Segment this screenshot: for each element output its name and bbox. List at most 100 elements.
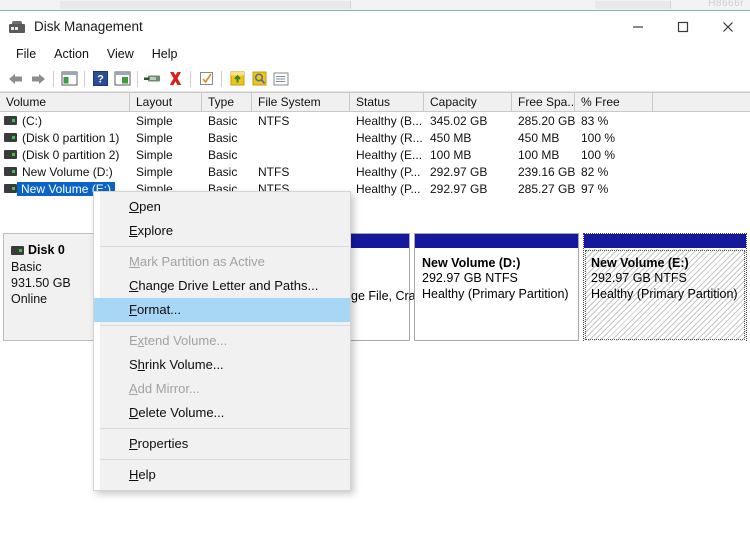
- context-menu-item-change-drive-letter-and-paths[interactable]: Change Drive Letter and Paths...: [94, 274, 350, 298]
- context-menu-item-shrink-volume[interactable]: Shrink Volume...: [94, 353, 350, 377]
- context-menu-item-help[interactable]: Help: [94, 463, 350, 487]
- help-icon[interactable]: ?: [89, 68, 111, 90]
- column-header-layout[interactable]: Layout: [130, 93, 202, 111]
- cell-capacity: 100 MB: [430, 147, 472, 162]
- context-menu-item-add-mirror: Add Mirror...: [129, 381, 200, 396]
- context-menu-label: dd Mirror...: [137, 381, 200, 396]
- context-menu-label: pen: [139, 199, 161, 214]
- cell-file-system: NTFS: [258, 113, 290, 128]
- drive-icon: [4, 167, 17, 176]
- bg-strip-segment: [60, 1, 351, 9]
- cell-free-space: 100 MB: [518, 147, 560, 162]
- table-row[interactable]: (C:) Simple Basic NTFS Healthy (B... 345…: [0, 112, 750, 129]
- export-list-icon[interactable]: [226, 68, 248, 90]
- show-hide-console-tree-icon[interactable]: [58, 68, 80, 90]
- partition-size-fs: 292.97 GB NTFS: [591, 271, 687, 285]
- table-row[interactable]: New Volume (D:) Simple Basic NTFS Health…: [0, 163, 750, 180]
- context-menu-item-format[interactable]: Format...: [94, 298, 350, 322]
- column-header-capacity[interactable]: Capacity: [424, 93, 512, 111]
- context-menu-item-open[interactable]: Open: [94, 195, 350, 219]
- cell-volume-label: (Disk 0 partition 1): [22, 130, 120, 145]
- menu-item-action[interactable]: Action: [45, 45, 98, 64]
- column-header-volume[interactable]: Volume: [0, 93, 130, 111]
- cell-layout: Simple: [136, 113, 173, 128]
- cell-layout: Simple: [136, 130, 173, 145]
- cell-status: Healthy (E...: [356, 147, 423, 162]
- disk-name: Disk 0: [28, 243, 65, 257]
- partition-health: ge File, Cra: [351, 289, 416, 303]
- context-menu-item-extend-volume: Extend Volume...: [129, 333, 228, 348]
- menu-item-help[interactable]: Help: [143, 45, 187, 64]
- cell-layout: Simple: [136, 147, 173, 162]
- partition-block-e[interactable]: New Volume (E:) 292.97 GB NTFS Healthy (…: [583, 233, 747, 341]
- toolbar-separator: [190, 70, 191, 87]
- background-window-strip: H8666r: [0, 0, 750, 11]
- menu-item-view[interactable]: View: [98, 45, 143, 64]
- minimize-icon[interactable]: [615, 11, 660, 42]
- context-menu-label: ark Partition as Active: [139, 254, 265, 269]
- column-header-status[interactable]: Status: [350, 93, 424, 111]
- column-header-free-space[interactable]: Free Spa...: [512, 93, 575, 111]
- cell-file-system: NTFS: [258, 164, 290, 179]
- toolbar-separator: [84, 70, 85, 87]
- bg-strip-segment: [595, 1, 671, 9]
- disk-status: Online: [11, 292, 48, 306]
- cell-free-space: 239.16 GB: [518, 164, 575, 179]
- cell-status: Healthy (P...: [356, 164, 421, 179]
- search-icon[interactable]: [248, 68, 270, 90]
- context-menu-label: tend Volume...: [144, 333, 228, 348]
- list-view-icon[interactable]: [270, 68, 292, 90]
- maximize-icon[interactable]: [660, 11, 705, 42]
- close-icon[interactable]: [705, 11, 750, 42]
- partition-health: Healthy (Primary Partition): [591, 287, 738, 301]
- rescan-disks-icon[interactable]: [142, 68, 164, 90]
- partition-color-bar: [584, 234, 746, 249]
- cell-type: Basic: [208, 113, 238, 128]
- disk-type: Basic: [11, 260, 42, 274]
- toolbar-separator: [137, 70, 138, 87]
- context-menu-item-delete-volume[interactable]: Delete Volume...: [94, 401, 350, 425]
- context-menu-separator: [100, 325, 350, 326]
- toolbar-separator: [53, 70, 54, 87]
- cell-volume: (Disk 0 partition 1): [0, 131, 130, 145]
- context-menu-item-mark-partition-as-active: Mark Partition as Active: [129, 254, 265, 269]
- context-menu-separator: [100, 459, 350, 460]
- cell-volume: (C:): [0, 114, 130, 128]
- context-menu-label: roperties: [137, 436, 189, 451]
- disk-management-icon: [9, 19, 25, 35]
- drive-icon: [4, 116, 17, 125]
- column-header-filler[interactable]: [653, 93, 750, 111]
- disk-title: Disk 0: [11, 243, 95, 257]
- cell-percent-free: 82 %: [581, 164, 609, 179]
- show-hide-action-pane-icon[interactable]: [111, 68, 133, 90]
- partition-name: New Volume (D:): [422, 256, 521, 270]
- disk-0-panel[interactable]: Disk 0 Basic 931.50 GB Online: [3, 233, 96, 341]
- title-bar: Disk Management: [0, 11, 750, 42]
- column-header-file-system[interactable]: File System: [252, 93, 350, 111]
- cell-percent-free: 100 %: [581, 147, 616, 162]
- table-row[interactable]: (Disk 0 partition 1) Simple Basic Health…: [0, 129, 750, 146]
- context-menu-item-explore[interactable]: Explore: [94, 219, 350, 243]
- back-arrow-icon[interactable]: [5, 68, 27, 90]
- properties-icon[interactable]: [195, 68, 217, 90]
- menu-item-file[interactable]: File: [7, 45, 45, 64]
- forward-arrow-icon[interactable]: [27, 68, 49, 90]
- partition-block-d[interactable]: New Volume (D:) 292.97 GB NTFS Healthy (…: [414, 233, 579, 341]
- drive-icon: [4, 150, 17, 159]
- delete-icon[interactable]: [164, 68, 186, 90]
- column-header-percent-free[interactable]: % Free: [575, 93, 653, 111]
- context-menu-item-properties[interactable]: Properties: [94, 432, 350, 456]
- drive-icon: [4, 133, 17, 142]
- volume-context-menu: Open Explore Mark Partition as Active Ch…: [93, 191, 351, 491]
- context-menu-label: xplore: [137, 223, 174, 238]
- bg-strip-label: H8666r: [708, 0, 744, 9]
- column-header-type[interactable]: Type: [202, 93, 252, 111]
- partition-size-fs: 292.97 GB NTFS: [422, 271, 518, 285]
- table-row[interactable]: (Disk 0 partition 2) Simple Basic Health…: [0, 146, 750, 163]
- svg-text:?: ?: [97, 74, 104, 86]
- cell-volume: (Disk 0 partition 2): [0, 148, 130, 162]
- partition-name: New Volume (E:): [591, 256, 689, 270]
- disk-size: 931.50 GB: [11, 276, 71, 290]
- partition-color-bar: [415, 234, 578, 249]
- cell-percent-free: 97 %: [581, 181, 609, 196]
